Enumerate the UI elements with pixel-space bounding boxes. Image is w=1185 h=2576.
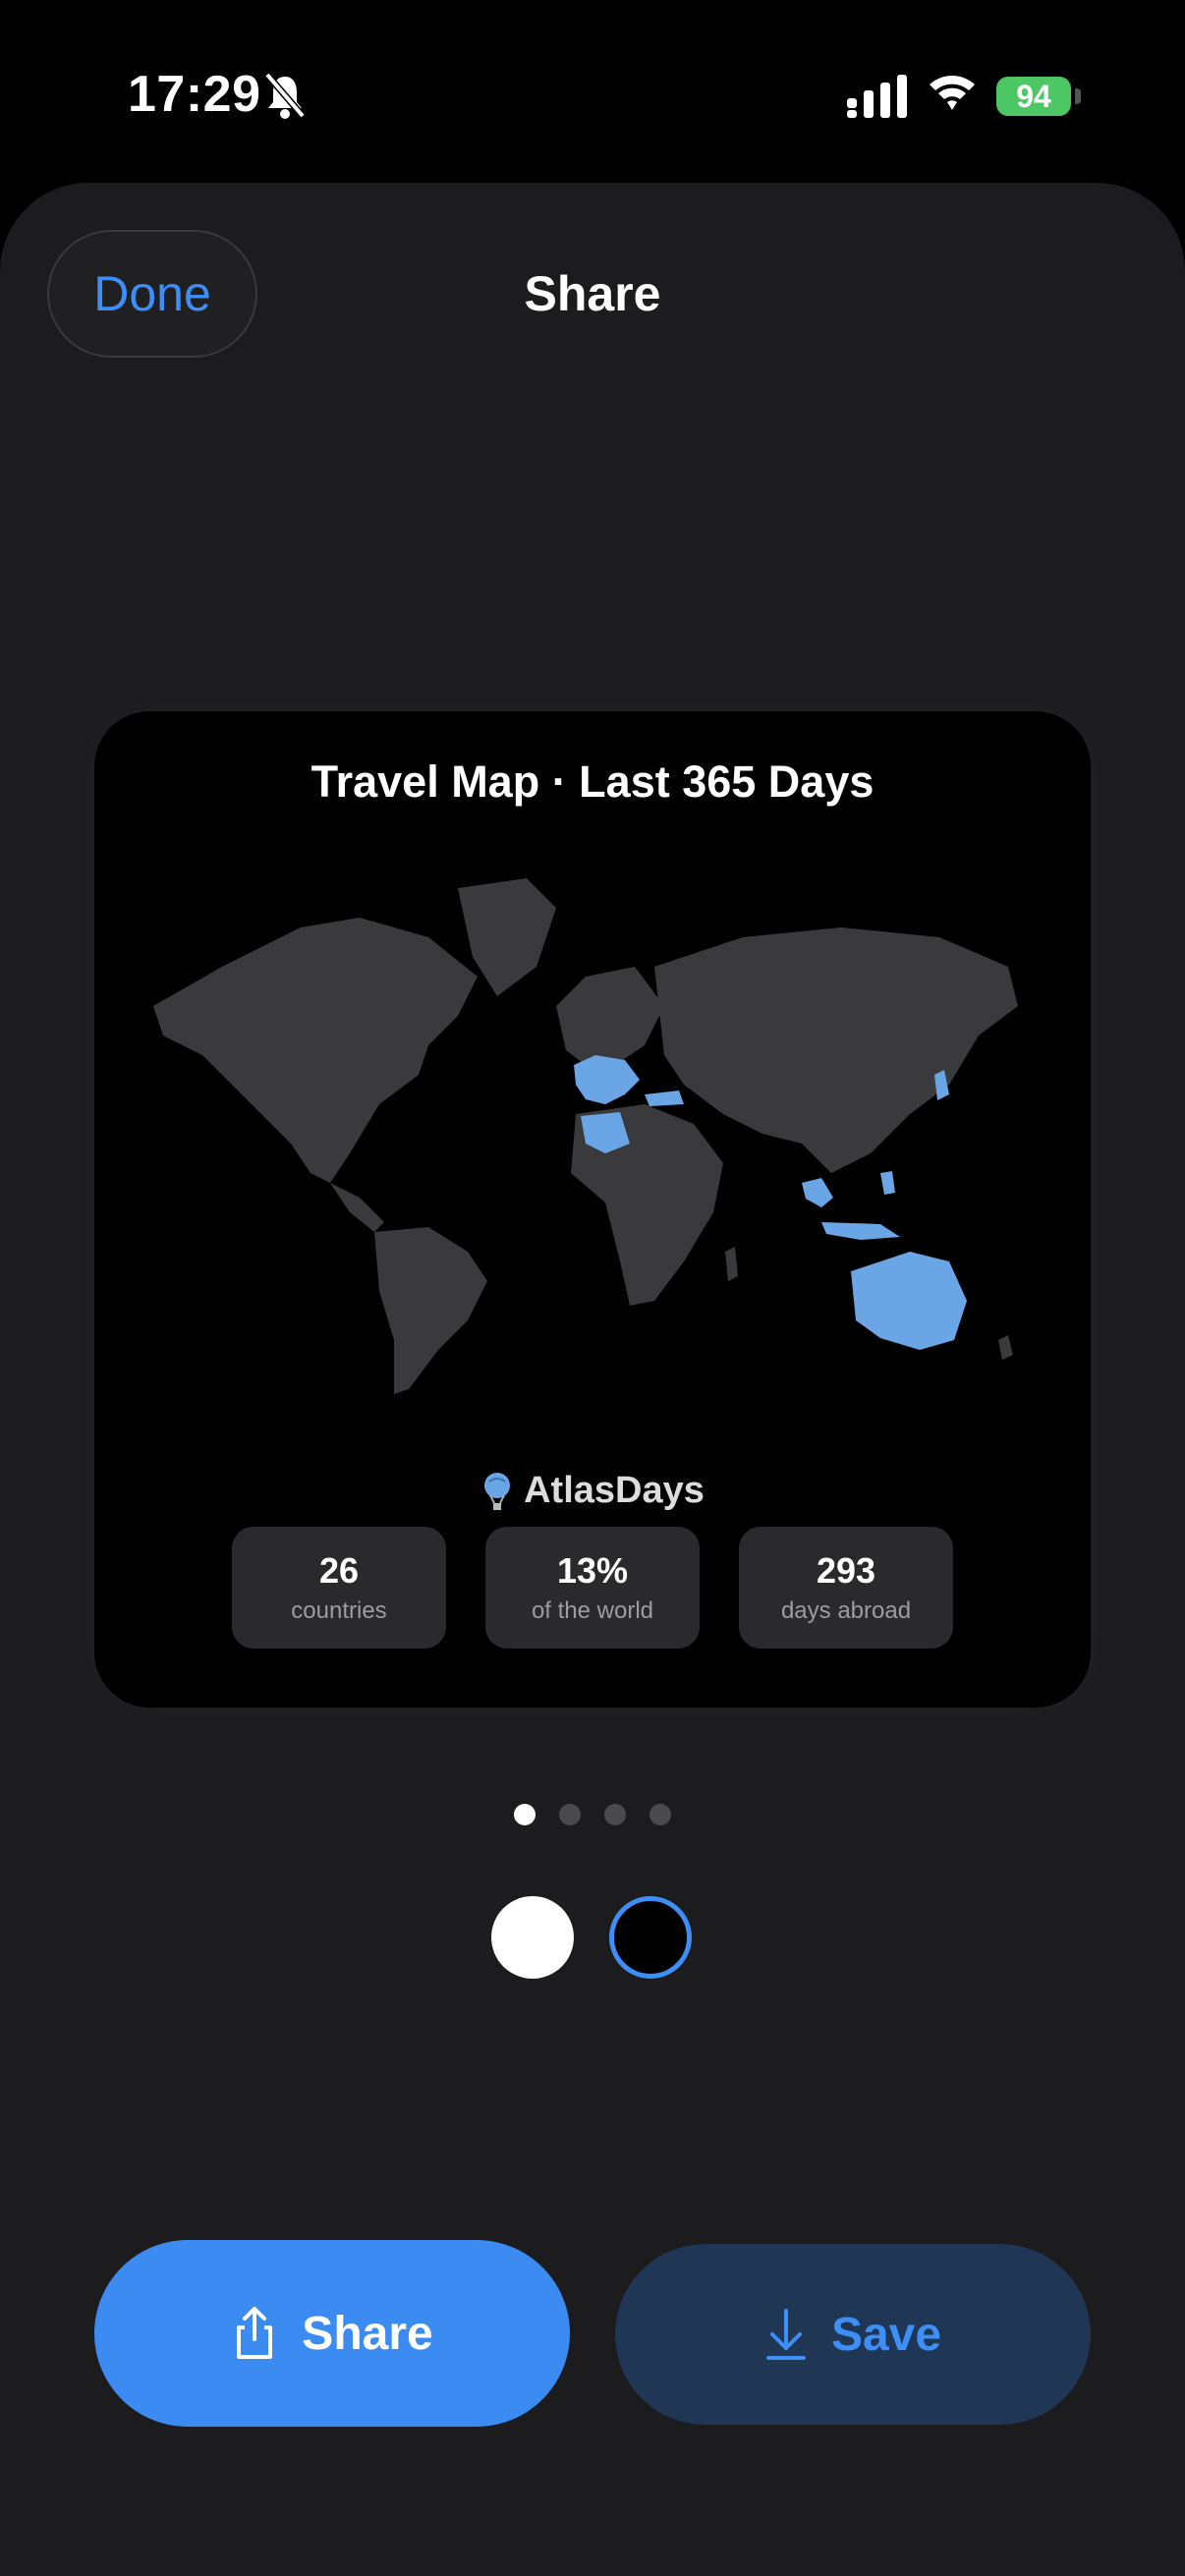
brand-name: AtlasDays	[524, 1470, 705, 1511]
page-dot-3[interactable]	[604, 1804, 626, 1825]
save-button-label: Save	[830, 2308, 942, 2361]
share-button[interactable]: Share	[94, 2240, 570, 2427]
landmass-central-america	[330, 1183, 384, 1232]
landmass-south-america	[374, 1227, 487, 1394]
stat-label: of the world	[531, 1597, 654, 1624]
visited-philippines	[880, 1171, 895, 1195]
card-title: Travel Map · Last 365 Days	[310, 756, 875, 807]
page-dot-2[interactable]	[559, 1804, 581, 1825]
landmass-madagascar	[725, 1247, 738, 1281]
stat-label: countries	[291, 1597, 387, 1624]
visited-southeast-asia	[802, 1178, 833, 1207]
theme-black-swatch[interactable]	[609, 1896, 692, 1979]
hot-air-balloon-icon	[484, 1472, 511, 1510]
theme-white-swatch[interactable]	[491, 1896, 574, 1979]
stat-value: 293	[816, 1550, 876, 1591]
status-bar: 17:29 94	[0, 0, 1185, 187]
battery-indicator: 94	[996, 77, 1071, 116]
cellular-signal-icon	[847, 75, 907, 118]
stats-row: 26 countries 13% of the world 293 days a…	[232, 1527, 953, 1649]
battery-level: 94	[1016, 78, 1051, 114]
silent-bell-icon	[264, 72, 306, 119]
visited-turkey	[645, 1091, 684, 1106]
page-indicator[interactable]	[0, 1804, 1185, 1825]
world-map	[153, 878, 1018, 1394]
stat-value: 26	[318, 1550, 360, 1591]
sheet-title: Share	[524, 266, 661, 321]
page-dot-4[interactable]	[649, 1804, 671, 1825]
stat-days-abroad: 293 days abroad	[739, 1527, 953, 1649]
stat-label: days abroad	[780, 1597, 912, 1624]
landmass-north-america	[153, 918, 478, 1183]
download-icon	[765, 2309, 806, 2360]
status-time: 17:29	[128, 66, 261, 123]
share-icon	[237, 2307, 273, 2359]
visited-australia	[851, 1252, 967, 1350]
landmass-new-zealand	[998, 1335, 1013, 1360]
battery-tip	[1075, 88, 1081, 104]
visited-western-europe	[574, 1055, 640, 1104]
stat-value: 13%	[556, 1550, 629, 1591]
save-button[interactable]: Save	[615, 2244, 1091, 2425]
share-button-label: Share	[302, 2307, 433, 2360]
share-preview-card[interactable]: Travel Map · Last 365 Days AtlasDays 26 …	[94, 711, 1091, 1708]
stat-countries: 26 countries	[232, 1527, 446, 1649]
brand-lockup: AtlasDays	[94, 1470, 1091, 1512]
landmass-asia	[654, 927, 1018, 1173]
stat-world-percentage: 13% of the world	[485, 1527, 700, 1649]
visited-indonesia	[821, 1222, 900, 1240]
page-dot-1[interactable]	[514, 1804, 536, 1825]
wifi-icon	[930, 76, 975, 110]
landmass-europe	[556, 967, 664, 1065]
